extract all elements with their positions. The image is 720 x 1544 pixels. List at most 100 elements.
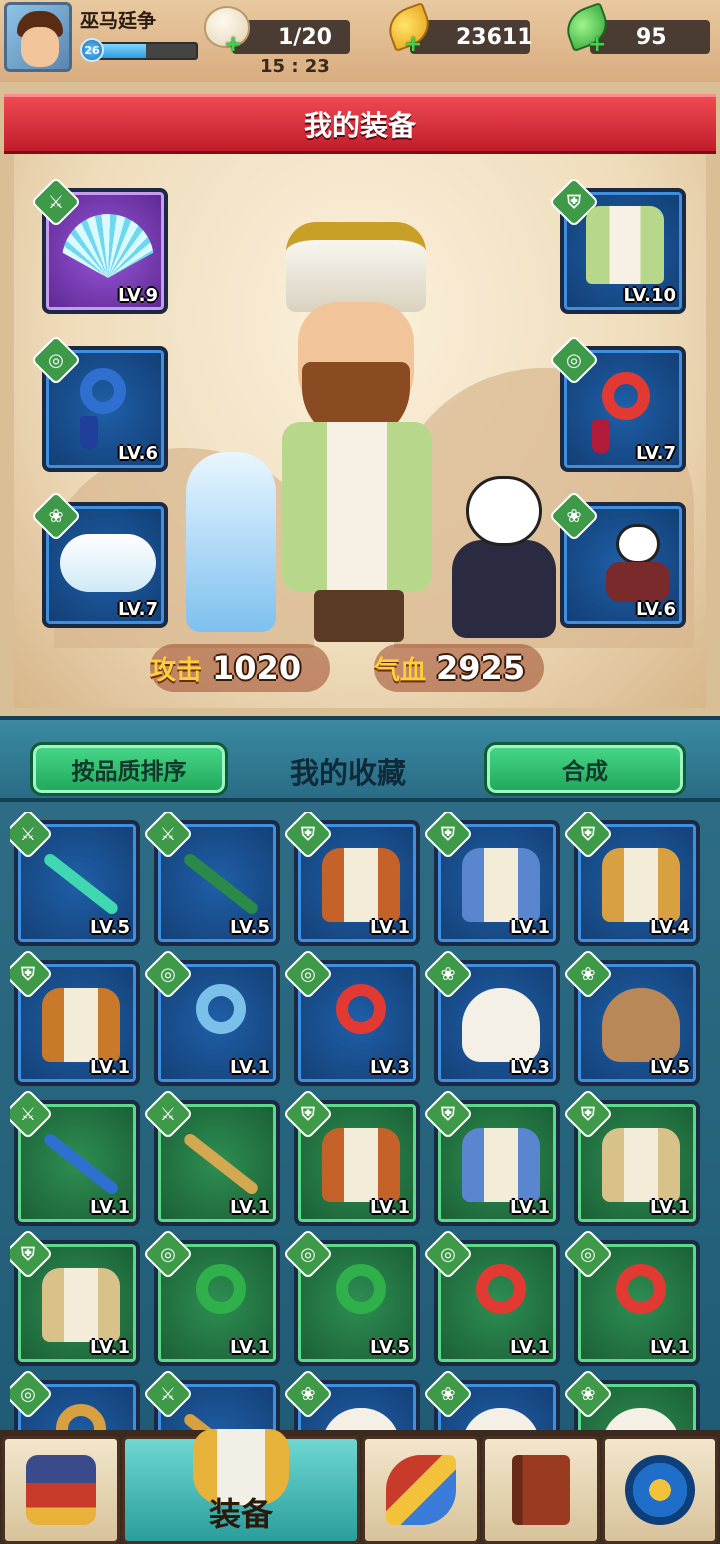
collection-item[interactable]: ❀ LV.5 [562, 948, 700, 1086]
paw-icon: ❀ [48, 505, 64, 527]
sword-icon: ⚔ [47, 191, 65, 213]
xp-bar [94, 42, 198, 60]
collection-item[interactable]: ◎ LV.5 [282, 1228, 420, 1366]
slot-level: LV.7 [118, 599, 158, 620]
sort-by-quality-button[interactable]: 按品质排序 [30, 742, 228, 796]
item-level: LV.1 [230, 1337, 270, 1358]
nav-equipment-label: 装备 [208, 1495, 273, 1533]
pendant-tag-icon: ◎ [20, 1383, 36, 1405]
pendant-tag-icon: ◎ [160, 1243, 176, 1265]
hero-character[interactable] [276, 222, 456, 642]
collection-item[interactable]: ⛨ LV.1 [562, 1088, 700, 1226]
collection-item[interactable]: ❀ [562, 1368, 700, 1432]
pendant-tag-icon: ◎ [580, 1243, 596, 1265]
collection-item[interactable]: ◎ LV.1 [562, 1228, 700, 1366]
collection-item[interactable]: ⚔ LV.1 [142, 1088, 280, 1226]
armor-tag-icon: ⛨ [581, 823, 595, 845]
add-stamina-icon[interactable]: + [224, 34, 242, 56]
pet-icon [462, 1408, 540, 1432]
sword-icon: ⚔ [19, 1103, 37, 1125]
player-avatar[interactable] [4, 2, 72, 72]
item-level: LV.3 [370, 1057, 410, 1078]
item-level: LV.1 [510, 1197, 550, 1218]
panda-pet[interactable] [452, 476, 556, 638]
collection-item[interactable]: ⚔ LV.1 [10, 1088, 140, 1226]
collection-item[interactable]: ◎ LV.1 [142, 1228, 280, 1366]
craft-button[interactable]: 合成 [484, 742, 686, 796]
ferret-pet[interactable] [186, 452, 276, 632]
hero-hat [286, 222, 426, 312]
attack-stat: 攻击 1020 [150, 644, 330, 692]
add-jade-icon[interactable]: + [588, 34, 606, 56]
collection-item[interactable]: ◎ LV.1 [422, 1228, 560, 1366]
armor-icon [602, 848, 680, 922]
jade-counter[interactable]: 95 [590, 20, 710, 54]
collection-item[interactable]: ⛨ LV.1 [422, 1088, 560, 1226]
collection-grid[interactable]: ⚔ LV.5 ⚔ LV.5 ⛨ LV.1 ⛨ LV.1 ⛨ LV.4 ⛨ LV.1 ◎ LV.1 ◎ LV.3… [10, 812, 710, 1432]
collection-item[interactable]: ⛨ LV.1 [282, 812, 420, 946]
pendant-tag-icon: ◎ [300, 963, 316, 985]
equip-slot-pet[interactable]: ❀ LV.7 [30, 490, 168, 628]
nav-tab-equipment[interactable]: 装备 [122, 1429, 360, 1544]
collection-item[interactable]: ⚔ LV.5 [142, 812, 280, 946]
pendant-tag-icon: ◎ [566, 349, 582, 371]
collection-item[interactable]: ⛨ LV.1 [282, 1088, 420, 1226]
collection-item[interactable]: ❀ LV.3 [422, 948, 560, 1086]
weapon-icon [41, 851, 121, 917]
collection-header: 按品质排序 我的收藏 合成 [0, 716, 720, 802]
treasure-house-icon [26, 1455, 96, 1525]
pendant-tag-icon: ◎ [300, 1243, 316, 1265]
nav-tab-settings[interactable] [602, 1436, 718, 1544]
collection-item[interactable]: ◎ [10, 1368, 140, 1432]
paw-icon: ❀ [580, 963, 596, 985]
player-level-badge: 26 [80, 38, 104, 62]
add-gold-icon[interactable]: + [404, 34, 422, 56]
collection-item[interactable]: ⛨ LV.1 [10, 948, 140, 1086]
nav-tab-shop[interactable] [2, 1436, 120, 1544]
equipment-title: 我的装备 [303, 109, 416, 142]
pet-icon [602, 1408, 680, 1432]
equip-slot-weapon[interactable]: ⚔ LV.9 [30, 176, 168, 314]
collection-item[interactable]: ◎ LV.1 [142, 948, 280, 1086]
armor-icon [602, 1128, 680, 1202]
player-name: 巫马廷争 [80, 10, 157, 32]
pendant-icon [476, 1264, 526, 1314]
collection-item[interactable]: ⛨ LV.1 [10, 1228, 140, 1366]
item-level: LV.5 [370, 1337, 410, 1358]
armor-icon [42, 988, 120, 1062]
collection-item[interactable]: ❀ [282, 1368, 420, 1432]
nav-tab-skills[interactable] [362, 1436, 480, 1544]
item-level: LV.1 [230, 1057, 270, 1078]
equip-slot-accessory-2[interactable]: ◎ LV.7 [548, 334, 686, 472]
top-status-bar: 巫马廷争 26 1/20 + 23611 + 95 + 15 : 23 [0, 0, 720, 82]
collection-item[interactable]: ❀ [422, 1368, 560, 1432]
equipment-title-banner: 我的装备 [4, 94, 716, 154]
pendant-icon [336, 1264, 386, 1314]
sword-icon: ⚔ [19, 823, 37, 845]
equip-slot-armor[interactable]: ⛨ LV.10 [548, 176, 686, 314]
paw-icon: ❀ [440, 1383, 456, 1405]
hp-stat: 气血 2925 [374, 644, 544, 692]
equip-slot-accessory[interactable]: ◎ LV.6 [30, 334, 168, 472]
pendant-icon [196, 984, 246, 1034]
equip-slot-pet-2[interactable]: ❀ LV.6 [548, 490, 686, 628]
avatar-face [21, 27, 59, 67]
collection-item[interactable]: ⛨ LV.4 [562, 812, 700, 946]
armor-tag-icon: ⛨ [21, 963, 35, 985]
red-pendant-icon [602, 372, 650, 420]
collection-item[interactable]: ◎ LV.3 [282, 948, 420, 1086]
armor-tag-icon: ⛨ [301, 823, 315, 845]
blue-pendant-icon [80, 368, 126, 414]
item-level: LV.5 [650, 1057, 690, 1078]
pendant-icon [56, 1404, 106, 1432]
collection-item[interactable]: ⚔ LV.5 [10, 812, 140, 946]
collection-item[interactable]: ⚔ [142, 1368, 280, 1432]
item-level: LV.1 [230, 1197, 270, 1218]
nav-tab-codex[interactable] [482, 1436, 600, 1544]
collection-item[interactable]: ⛨ LV.1 [422, 812, 560, 946]
item-level: LV.1 [90, 1197, 130, 1218]
hp-value: 2925 [436, 649, 526, 687]
armor-tag-icon: ⛨ [441, 823, 455, 845]
pendant-icon [616, 1264, 666, 1314]
panda-body [452, 540, 556, 638]
